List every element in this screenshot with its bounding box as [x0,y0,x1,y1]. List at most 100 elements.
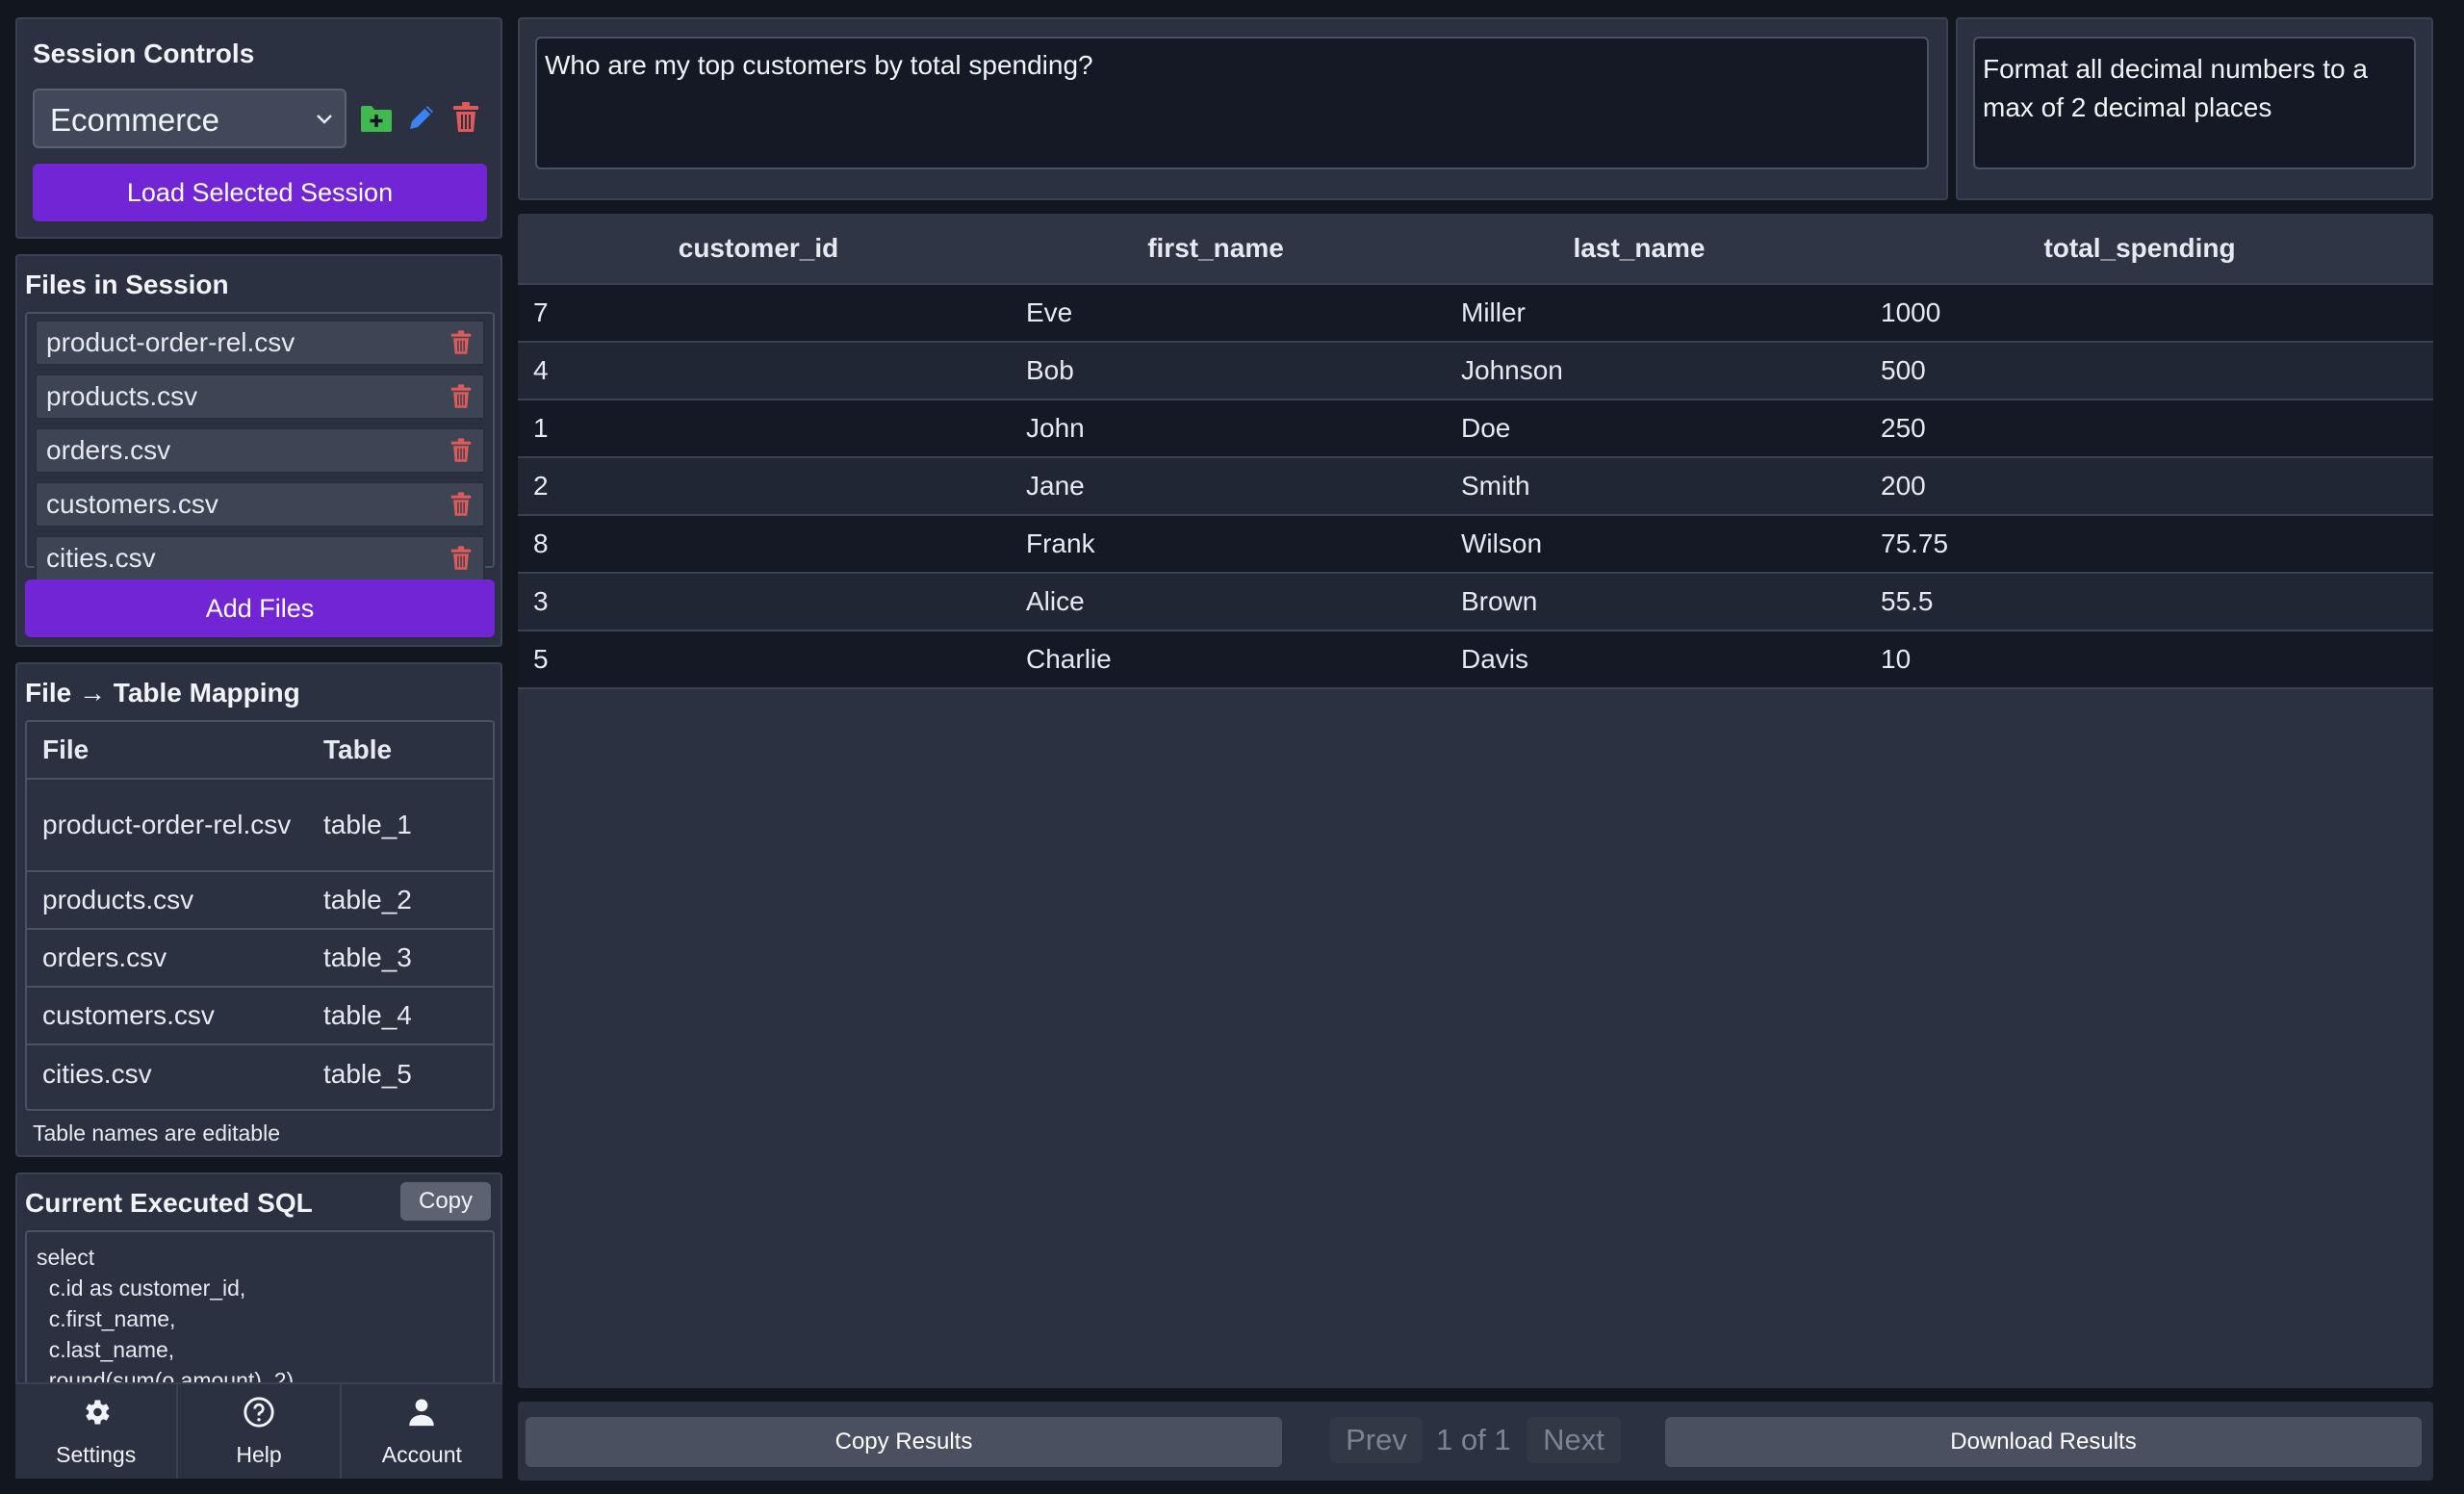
sql-code[interactable]: select c.id as customer_id, c.first_name… [25,1230,495,1386]
mapping-table-name[interactable]: table_1 [308,779,493,872]
results-cell: 250 [1881,413,1926,443]
session-select[interactable]: Ecommerce [33,89,346,148]
mapping-note: Table names are editable [33,1120,280,1146]
results-cell: Doe [1461,413,1511,443]
results-column-header[interactable]: total_spending [1846,233,2433,264]
mapping-table-name[interactable]: table_4 [308,987,493,1045]
instruction-input[interactable]: Format all decimal numbers to a max of 2… [1973,37,2416,169]
next-button[interactable]: Next [1527,1417,1621,1463]
nav-account[interactable]: Account [342,1384,502,1479]
results-row[interactable]: 5 Charlie Davis 10 [518,631,2433,689]
nav-help-label: Help [236,1441,282,1467]
mapping-row: cities.csv table_5 [27,1044,493,1102]
nav-settings[interactable]: Settings [15,1384,179,1479]
session-controls-title: Session Controls [33,39,255,68]
file-item[interactable]: products.csv [35,374,485,420]
results-row[interactable]: 1 John Doe 250 [518,400,2433,458]
file-item[interactable]: product-order-rel.csv [35,320,485,366]
mapping-file: customers.csv [27,987,308,1045]
results-cell: 7 [533,297,549,327]
results-row[interactable]: 2 Jane Smith 200 [518,458,2433,516]
results-cell: 10 [1881,644,1912,674]
sql-panel: Current Executed SQL Copy select c.id as… [15,1172,502,1386]
mapping-file: orders.csv [27,929,308,988]
trash-icon[interactable] [450,492,472,517]
nav-settings-label: Settings [56,1441,137,1467]
new-folder-icon[interactable] [360,104,393,138]
mapping-row: customers.csv table_4 [27,987,493,1045]
results-cell: 8 [533,528,549,558]
copy-sql-button[interactable]: Copy [400,1182,491,1221]
file-name: product-order-rel.csv [46,327,295,357]
file-item[interactable]: orders.csv [35,427,485,474]
files-list: product-order-rel.csv products.csv orders.… [25,312,495,581]
mapping-file: cities.csv [42,1058,152,1089]
results-header: customer_id first_name last_name total_spen… [518,214,2433,285]
results-cell: Charlie [1026,644,1112,674]
mapping-file: products.csv [27,871,308,930]
prev-button[interactable]: Prev [1330,1417,1423,1463]
files-panel: Files in Session product-order-rel.csv pr… [15,254,502,647]
results-row[interactable]: 4 Bob Johnson 500 [518,343,2433,400]
file-name: cities.csv [46,543,156,573]
results-cell: 75.75 [1881,528,1949,558]
mapping-title: File → Table Mapping [25,678,300,708]
results-column-header[interactable]: first_name [999,233,1432,264]
query-input[interactable]: Who are my top customers by total spendi… [535,37,1929,169]
results-body: 7 Eve Miller 1000 4 Bob Johnson 500 1 John Doe 250 2… [518,285,2433,689]
file-name: customers.csv [46,489,218,519]
nav-help[interactable]: Help [178,1384,342,1479]
file-name: orders.csv [46,435,171,465]
results-panel: customer_id first_name last_name total_spen… [518,214,2433,1388]
sidebar: Session Controls Ecommerce Load Selected… [0,0,510,1494]
load-session-button[interactable]: Load Selected Session [33,164,487,221]
results-row[interactable]: 7 Eve Miller 1000 [518,285,2433,343]
results-column-header[interactable]: customer_id [518,233,999,264]
mapping-panel: File → Table Mapping File Table product-… [15,662,502,1157]
mapping-row: products.csv table_2 [27,871,493,930]
file-item[interactable]: cities.csv [35,535,485,581]
instruction-panel: Format all decimal numbers to a max of 2… [1956,17,2433,200]
results-row[interactable]: 8 Frank Wilson 75.75 [518,516,2433,574]
nav-account-label: Account [381,1441,462,1467]
results-cell: 2 [533,471,549,501]
results-cell: Davis [1461,644,1529,674]
sql-text: select c.id as customer_id, c.first_name… [37,1245,295,1386]
results-cell: 1 [533,413,549,443]
mapping-row: orders.csv table_3 [27,929,493,988]
mapping-table-name[interactable]: table_2 [308,871,493,930]
results-cell: 55.5 [1881,586,1934,616]
results-row[interactable]: 3 Alice Brown 55.5 [518,574,2433,631]
trash-icon[interactable] [450,438,472,463]
pencil-icon[interactable] [406,102,437,138]
results-cell: Eve [1026,297,1073,327]
files-title: Files in Session [25,270,229,299]
download-results-button[interactable]: Download Results [1665,1417,2422,1467]
mapping-header-table: Table [308,722,493,780]
trash-icon[interactable] [452,102,479,138]
session-controls-panel: Session Controls Ecommerce Load Selected… [15,17,502,239]
results-cell: Brown [1461,586,1538,616]
mapping-file: product-order-rel.csv [27,779,308,872]
trash-icon[interactable] [450,330,472,355]
copy-results-button[interactable]: Copy Results [526,1417,1282,1467]
results-cell: 3 [533,586,549,616]
mapping-table: File Table product-order-rel.csv table_1 p… [27,722,493,1102]
session-select-value: Ecommerce [50,102,220,138]
results-cell: Bob [1026,355,1074,385]
file-item[interactable]: customers.csv [35,481,485,528]
results-cell: Wilson [1461,528,1543,558]
account-icon [405,1396,438,1434]
mapping-table-name[interactable]: table_5 [308,1044,493,1102]
mapping-table-name[interactable]: table_3 [308,929,493,988]
file-name: products.csv [46,381,198,411]
trash-icon[interactable] [450,384,472,409]
bottom-nav: Settings Help Account [15,1382,502,1479]
results-column-header[interactable]: last_name [1432,233,1846,264]
add-files-button[interactable]: Add Files [25,580,495,637]
mapping-table-box: File Table product-order-rel.csv table_1 p… [25,720,495,1111]
results-cell: 5 [533,644,549,674]
trash-icon[interactable] [450,546,472,571]
instruction-text: Format all decimal numbers to a max of 2… [1983,54,2368,122]
query-text: Who are my top customers by total spendi… [545,50,1093,80]
